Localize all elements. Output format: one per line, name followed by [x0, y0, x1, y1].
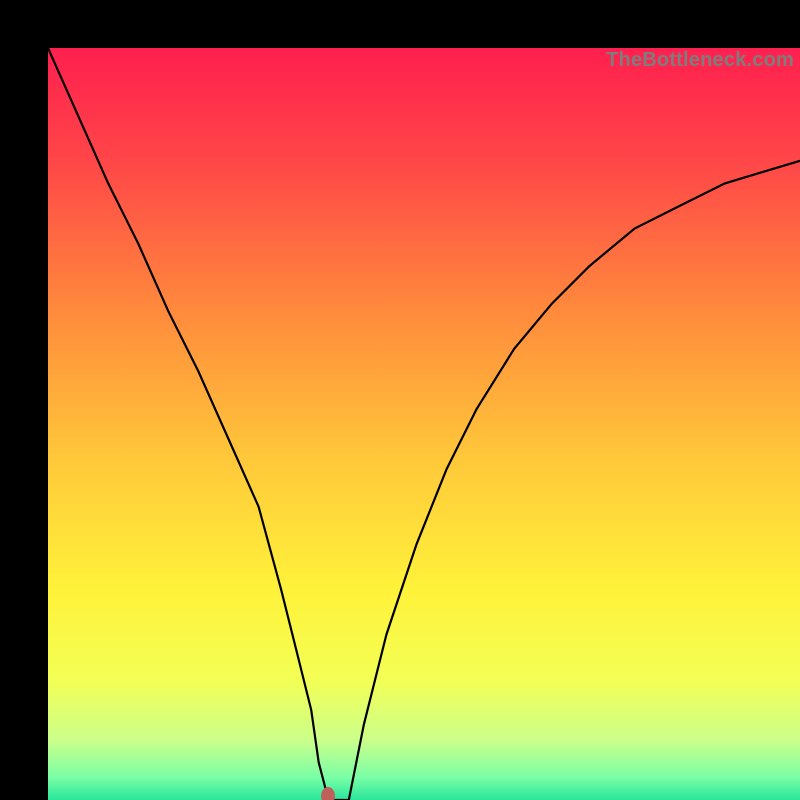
plot-area: TheBottleneck.com — [48, 48, 800, 800]
optimal-point-marker — [321, 787, 335, 800]
bottleneck-curve — [48, 48, 800, 800]
chart-frame: TheBottleneck.com — [0, 0, 800, 800]
